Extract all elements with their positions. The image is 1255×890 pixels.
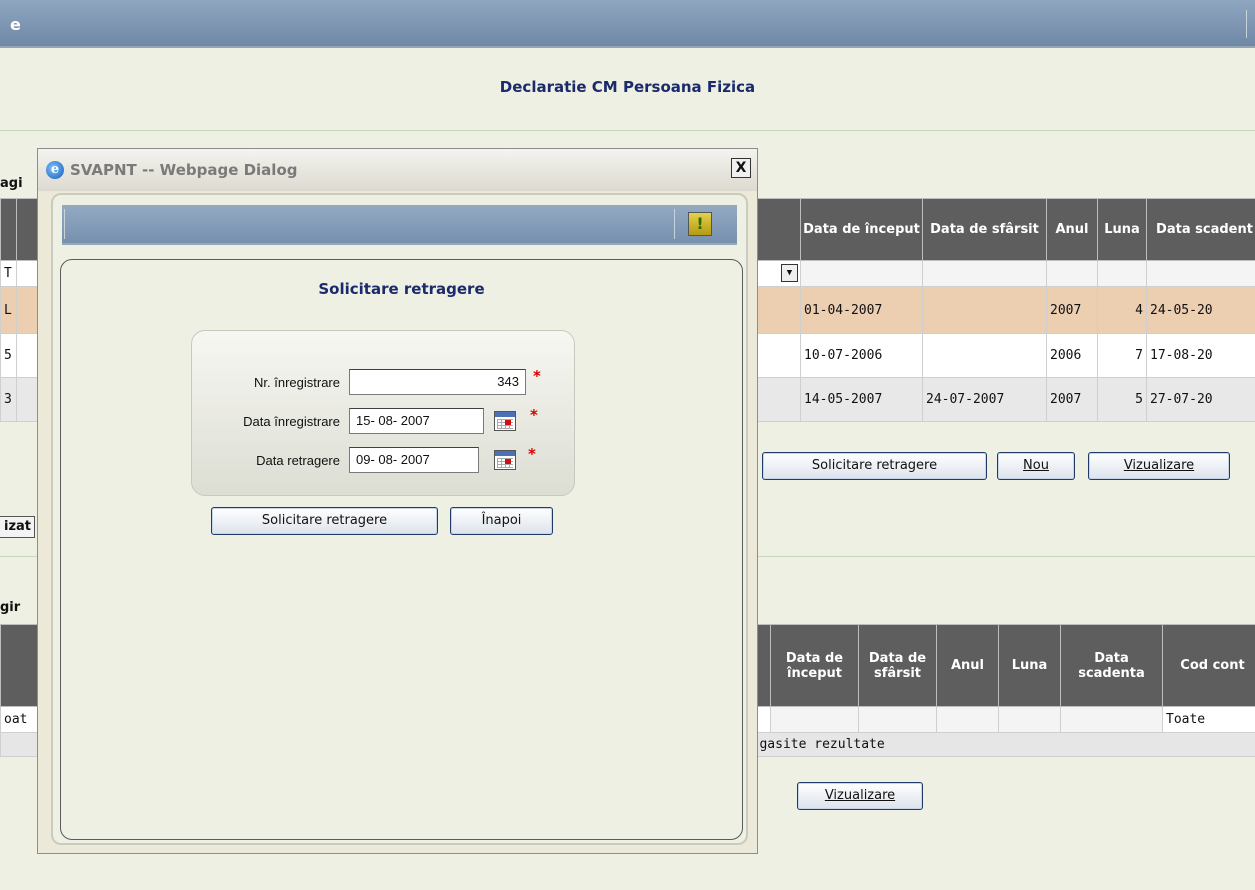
dialog-content-frame: ! Solicitare retragere Nr. înregistrare … [51,193,748,845]
filter-month[interactable] [998,706,1061,733]
cell-end [922,286,1047,334]
required-marker: * [533,367,541,385]
calendar-icon[interactable] [494,411,516,431]
dialog-form-box: Solicitare retragere Nr. înregistrare 34… [60,259,743,840]
col-header-start[interactable]: Data de început [800,198,923,261]
col-header-month[interactable]: Luna [1097,198,1147,261]
filter-end[interactable] [922,260,1047,287]
filter-month[interactable] [1097,260,1147,287]
cell-year: 2007 [1046,377,1098,422]
cell-due: 17-08-20 [1146,333,1255,378]
close-icon[interactable]: X [731,158,751,178]
app-header-bar: e [0,0,1255,48]
cell-due: 27-07-20 [1146,377,1255,422]
cell-start: 01-04-2007 [800,286,923,334]
dialog-title: SVAPNT -- Webpage Dialog [70,161,298,179]
filter-year[interactable] [936,706,999,733]
cell-left: 5 [0,333,17,378]
col-header-start[interactable]: Data de început [770,624,859,707]
cell-year: 2006 [1046,333,1098,378]
calendar-icon[interactable] [494,450,516,470]
pagination-fragment-2: gir [0,600,21,615]
cell-due: 24-05-20 [1146,286,1255,334]
vizualizare-button-2[interactable]: Vizualizare [797,782,923,810]
filter-left[interactable]: T [0,260,17,287]
dialog-solicitare-retragere-button[interactable]: Solicitare retragere [211,507,438,535]
filter-due[interactable] [1146,260,1255,287]
nr-inregistrare-input[interactable]: 343 [349,369,526,395]
cell-year: 2007 [1046,286,1098,334]
dialog-titlebar[interactable]: e SVAPNT -- Webpage Dialog X [38,149,757,191]
cell-month: 4 [1097,286,1147,334]
col-header-end[interactable]: Data de sfârsit [922,198,1047,261]
ie-icon: e [46,161,64,179]
grid-col-left [0,198,17,261]
solicitare-retragere-button[interactable]: Solicitare retragere [762,452,987,480]
combo-arrow-icon[interactable]: ▼ [781,264,798,282]
data-inregistrare-input[interactable]: 15- 08- 2007 [349,408,484,434]
cell-start: 14-05-2007 [800,377,923,422]
required-marker: * [530,406,538,424]
col-header-month[interactable]: Luna [998,624,1061,707]
required-marker: * [528,445,536,463]
vizualizare-button-fragment[interactable]: izat [0,516,36,538]
form-panel: Nr. înregistrare 343 * Data înregistrare… [191,330,575,496]
cell-end: 24-07-2007 [922,377,1047,422]
filter-cod-cont[interactable]: Toate [1162,706,1255,733]
col-header-year[interactable]: Anul [1046,198,1098,261]
inapoi-button[interactable]: Înapoi [450,507,553,535]
cell-start: 10-07-2006 [800,333,923,378]
filter-start[interactable] [770,706,859,733]
data-retragere-input[interactable]: 09- 08- 2007 [349,447,479,473]
cell-month: 7 [1097,333,1147,378]
col-header-cod-cont[interactable]: Cod cont [1162,624,1255,707]
vizualizare-button[interactable]: Vizualizare [1088,452,1230,480]
cell-left: 3 [0,377,17,422]
filter-start[interactable] [800,260,923,287]
col-header-due[interactable]: Data scadent [1146,198,1255,261]
warning-icon[interactable]: ! [688,212,712,236]
page-title: Declaratie CM Persoana Fizica [499,78,756,96]
webpage-dialog: e SVAPNT -- Webpage Dialog X ! Solicitar… [37,148,758,854]
pagination-fragment-1: agi [0,176,23,191]
header-divider [1246,10,1247,38]
dialog-header-bar: ! [62,205,737,245]
nr-inregistrare-label: Nr. înregistrare [254,375,340,390]
nou-button[interactable]: Nou [997,452,1075,480]
dialog-heading: Solicitare retragere [318,280,485,298]
data-retragere-label: Data retragere [256,453,340,468]
filter-due[interactable] [1060,706,1163,733]
data-inregistrare-label: Data înregistrare [243,414,340,429]
col-header-due[interactable]: Data scadenta [1060,624,1163,707]
cell-left: L [0,286,17,334]
cell-month: 5 [1097,377,1147,422]
cell-end [922,333,1047,378]
filter-end[interactable] [858,706,937,733]
divider [0,130,1255,131]
col-header-end[interactable]: Data de sfârsit [858,624,937,707]
filter-year[interactable] [1046,260,1098,287]
bar-divider-left [64,209,65,239]
bar-divider-right [674,209,675,239]
col-header-year[interactable]: Anul [936,624,999,707]
app-title-fragment: e [10,15,21,34]
